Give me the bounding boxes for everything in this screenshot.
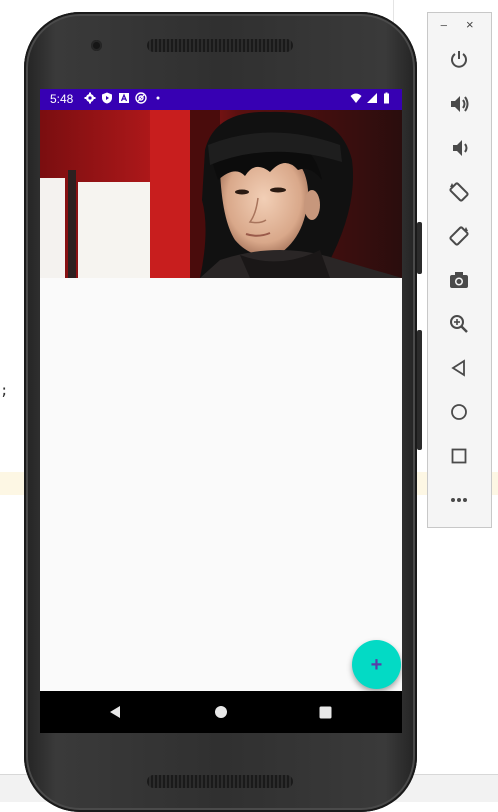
dot-icon (156, 96, 160, 100)
recents-icon (319, 706, 331, 718)
bottom-speaker (147, 775, 293, 788)
system-nav-bar (40, 691, 402, 733)
nav-home-button[interactable] (196, 691, 246, 733)
more-icon (451, 498, 467, 502)
home-icon (451, 404, 467, 420)
emulator-back-button[interactable] (446, 355, 472, 381)
overview-icon (451, 448, 467, 464)
emulator-toolbar: − × (427, 12, 492, 528)
screenshot-button[interactable] (446, 267, 472, 293)
back-icon (451, 359, 465, 377)
plus-icon: + (370, 653, 383, 676)
zoom-button[interactable] (446, 311, 472, 337)
volume-down-icon (453, 140, 468, 156)
a-icon (119, 93, 129, 103)
emulator-home-button[interactable] (446, 399, 472, 425)
rotate-right-icon (449, 226, 469, 246)
rotate-right-button[interactable] (446, 223, 472, 249)
wifi-icon (350, 93, 362, 103)
back-icon (110, 706, 120, 718)
minimize-button[interactable]: − (440, 18, 448, 33)
status-bar: 5:48 (40, 89, 402, 110)
play-protect-icon (102, 92, 112, 104)
battery-icon (384, 92, 389, 104)
volume-down-button[interactable] (446, 135, 472, 161)
nav-back-button[interactable] (90, 691, 140, 733)
camera-icon (450, 272, 468, 288)
home-icon (215, 706, 227, 718)
power-icon (451, 51, 467, 68)
signal-icon (367, 93, 377, 103)
emulator-overview-button[interactable] (446, 443, 472, 469)
gear-icon (84, 92, 96, 104)
header-photo (40, 110, 402, 278)
at-icon (135, 92, 147, 104)
close-button[interactable]: × (466, 17, 474, 32)
status-time: 5:48 (50, 92, 74, 106)
volume-up-button[interactable] (446, 91, 472, 117)
ide-code-fragment: ; (0, 383, 9, 399)
rotate-left-button[interactable] (446, 179, 472, 205)
volume-up-icon (451, 96, 469, 112)
nav-recents-button[interactable] (300, 691, 350, 733)
power-button[interactable] (446, 47, 472, 73)
zoom-icon (450, 315, 468, 333)
more-button[interactable] (446, 487, 472, 513)
volume-rocker (417, 222, 422, 274)
rotate-left-icon (449, 182, 469, 202)
device-screen: 5:48 + (40, 89, 402, 733)
power-side-button (417, 330, 422, 450)
add-fab-button[interactable]: + (352, 640, 401, 689)
content-area (40, 278, 402, 691)
front-camera (91, 40, 102, 51)
top-speaker (147, 39, 293, 52)
